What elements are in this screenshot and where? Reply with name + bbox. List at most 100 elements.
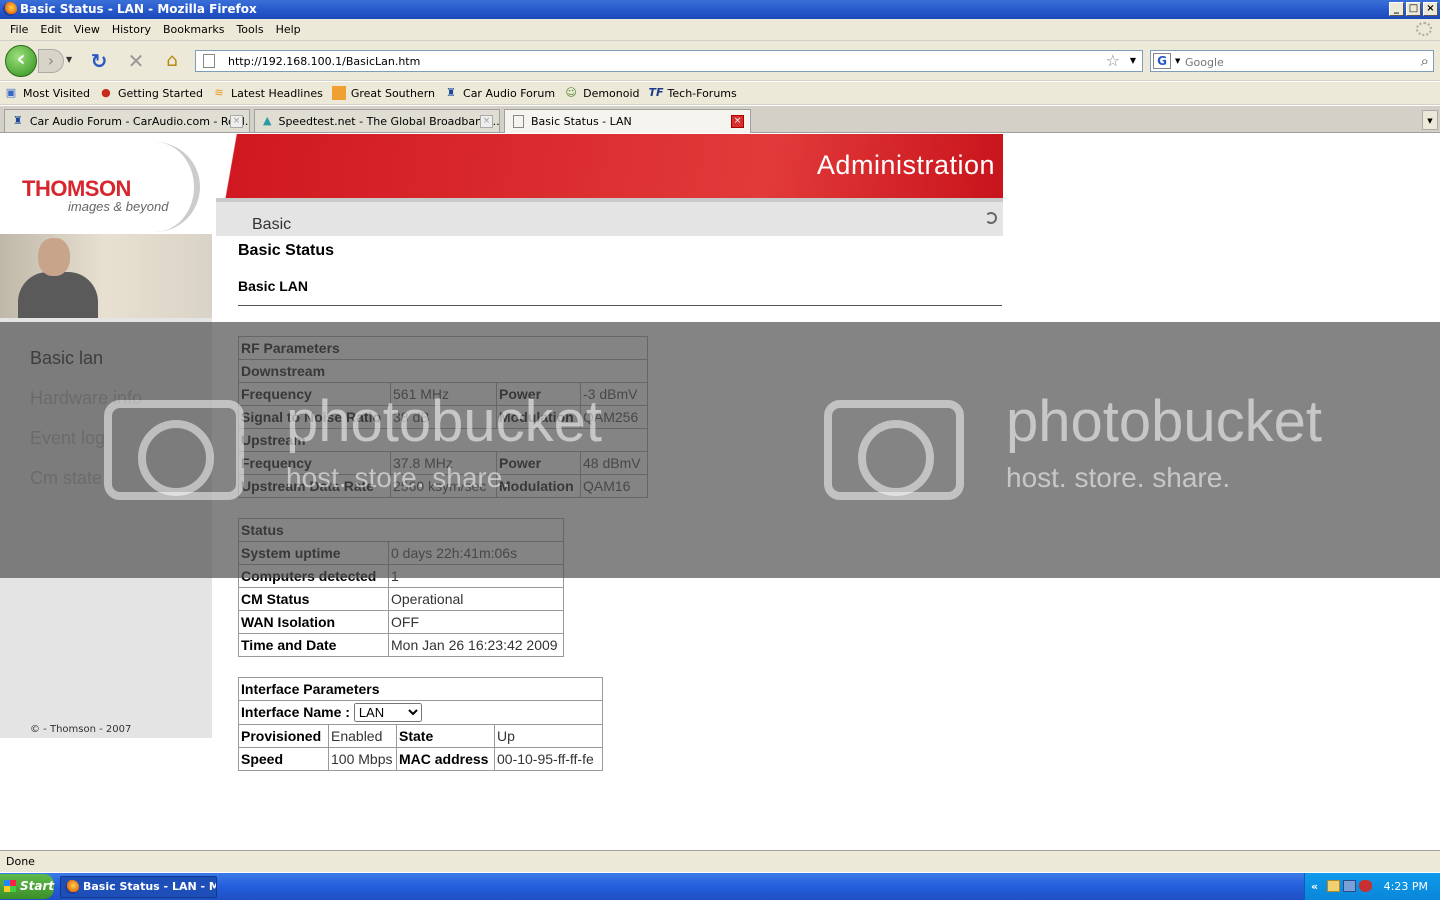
loading-icon	[985, 212, 997, 224]
us-frequency-value: 37.8 MHz	[390, 451, 497, 475]
table-row: RF Parameters	[238, 336, 648, 360]
menu-bookmarks[interactable]: Bookmarks	[157, 23, 230, 36]
menu-tools[interactable]: Tools	[230, 23, 269, 36]
bookmark-great-southern[interactable]: Great Southern	[331, 86, 435, 100]
search-input[interactable]	[1185, 54, 1405, 70]
interface-heading: Interface Parameters	[238, 677, 603, 701]
tab-speedtest[interactable]: ▲ Speedtest.net - The Global Broadband .…	[254, 109, 500, 132]
bookmark-latest-headlines[interactable]: ≋ Latest Headlines	[212, 86, 322, 100]
section-bar: Basic	[216, 198, 1003, 236]
search-bar[interactable]: G ▼ ⌕	[1150, 50, 1434, 72]
back-button[interactable]: ‹	[5, 45, 37, 77]
ds-frequency-label: Frequency	[238, 382, 391, 406]
address-bar[interactable]: ☆ ▼	[195, 50, 1143, 72]
us-frequency-label: Frequency	[238, 451, 391, 475]
table-row: Provisioned Enabled State Up	[238, 724, 603, 748]
bookmark-tech-forums[interactable]: TF Tech-Forums	[649, 86, 737, 100]
speed-value: 100 Mbps	[328, 747, 397, 771]
taskbar-firefox-button[interactable]: Basic Status - LAN - M...	[60, 876, 217, 898]
orange-square-icon	[331, 86, 346, 100]
bookmark-demonoid[interactable]: ☺ Demonoid	[564, 86, 639, 100]
close-button[interactable]: ×	[1423, 2, 1438, 16]
window-controls: _ □ ×	[1389, 2, 1438, 16]
table-row: System uptime 0 days 22h:41m:06s	[238, 541, 564, 565]
tab-basic-status[interactable]: Basic Status - LAN ×	[504, 109, 751, 133]
security-shield-icon[interactable]	[1359, 880, 1372, 892]
bookmark-getting-started[interactable]: ● Getting Started	[99, 86, 203, 100]
tab-close-icon[interactable]: ×	[230, 115, 243, 128]
logo-swoosh-icon	[150, 142, 200, 232]
uptime-value: 0 days 22h:41m:06s	[388, 541, 564, 565]
provisioned-value: Enabled	[328, 724, 397, 748]
section-label[interactable]: Basic	[252, 216, 291, 234]
tech-forums-icon: TF	[648, 86, 664, 99]
sidebar-item-cm-state[interactable]: Cm state	[30, 468, 102, 489]
cm-status-label: CM Status	[238, 587, 389, 611]
menu-history[interactable]: History	[106, 23, 157, 36]
table-row: Interface Name : LAN	[238, 700, 603, 725]
network-icon[interactable]	[1343, 880, 1356, 892]
snr-value: 38 dB	[390, 405, 497, 429]
status-table: Status System uptime 0 days 22h:41m:06s C…	[238, 518, 564, 657]
menu-help[interactable]: Help	[270, 23, 307, 36]
url-input[interactable]	[228, 53, 1088, 69]
minimize-button[interactable]: _	[1389, 2, 1404, 16]
interface-name-select[interactable]: LAN	[353, 703, 422, 722]
menu-view[interactable]: View	[68, 23, 106, 36]
window-title: Basic Status - LAN - Mozilla Firefox	[20, 2, 257, 16]
mac-address-label: MAC address	[396, 747, 495, 771]
bookmark-most-visited[interactable]: ▣ Most Visited	[4, 86, 90, 100]
header-photo	[0, 234, 212, 318]
table-row: Status	[238, 518, 564, 542]
tray-expand-icon[interactable]: «	[1311, 873, 1318, 900]
thomson-logo-area: THOMSON images & beyond	[0, 134, 238, 234]
tab-close-icon[interactable]: ×	[480, 115, 493, 128]
start-button[interactable]: Start	[0, 874, 54, 899]
divider	[238, 305, 1002, 306]
throbber-icon	[1416, 22, 1432, 36]
google-icon[interactable]: G	[1153, 53, 1171, 69]
tab-close-icon[interactable]: ×	[731, 115, 744, 128]
menu-edit[interactable]: Edit	[34, 23, 67, 36]
table-row: Time and Date Mon Jan 26 16:23:42 2009	[238, 633, 564, 657]
home-icon[interactable]: ⌂	[161, 50, 183, 72]
time-date-value: Mon Jan 26 16:23:42 2009	[388, 633, 564, 657]
car-audio-icon: ♜	[446, 86, 456, 99]
sidebar: Basic lan Hardware info Event log Cm sta…	[0, 318, 212, 738]
firefox-window: Basic Status - LAN - Mozilla Firefox _ □…	[0, 0, 1440, 900]
url-dropdown-icon[interactable]: ▼	[1130, 56, 1136, 65]
page-content: THOMSON images & beyond Administration B…	[0, 134, 1440, 850]
table-row: Downstream	[238, 359, 648, 383]
bookmark-folder-icon: ▣	[5, 86, 17, 99]
reload-icon[interactable]: ↻	[88, 50, 110, 72]
sidebar-item-event-log[interactable]: Event log	[30, 428, 105, 449]
rf-parameters-table: RF Parameters Downstream Frequency 561 M…	[238, 336, 648, 498]
ds-modulation-label: Modulation	[496, 405, 581, 429]
menu-bar: File Edit View History Bookmarks Tools H…	[0, 19, 1440, 41]
bookmark-car-audio-forum[interactable]: ♜ Car Audio Forum	[444, 86, 555, 100]
bookmark-star-icon[interactable]: ☆	[1106, 51, 1120, 71]
table-row: Computers detected 1	[238, 564, 564, 588]
photo-person-body	[18, 272, 98, 318]
copyright: © - Thomson - 2007	[30, 724, 132, 735]
sidebar-item-basic-lan[interactable]: Basic lan	[30, 348, 103, 369]
mail-icon[interactable]	[1327, 880, 1340, 892]
demonoid-icon: ☺	[565, 86, 577, 99]
table-row: Upstream	[238, 428, 648, 452]
tab-car-audio-forum[interactable]: ♜ Car Audio Forum - CarAudio.com - Repl.…	[4, 109, 250, 132]
sidebar-item-hardware-info[interactable]: Hardware info	[30, 388, 142, 409]
search-engine-dropdown-icon[interactable]: ▼	[1175, 57, 1180, 65]
ds-power-label: Power	[496, 382, 581, 406]
table-row: CM Status Operational	[238, 587, 564, 611]
state-value: Up	[494, 724, 603, 748]
menu-file[interactable]: File	[4, 23, 34, 36]
forward-button[interactable]: ›	[38, 49, 64, 73]
list-all-tabs-icon[interactable]: ▼	[1422, 110, 1438, 130]
admin-banner: Administration	[216, 134, 1003, 198]
stop-icon[interactable]: ✕	[125, 50, 147, 72]
history-dropdown-icon[interactable]: ▼	[66, 55, 72, 64]
maximize-button[interactable]: □	[1406, 2, 1421, 16]
search-icon[interactable]: ⌕	[1421, 51, 1429, 71]
clock[interactable]: 4:23 PM	[1384, 873, 1428, 900]
mac-address-value: 00-10-95-ff-ff-fe	[494, 747, 603, 771]
